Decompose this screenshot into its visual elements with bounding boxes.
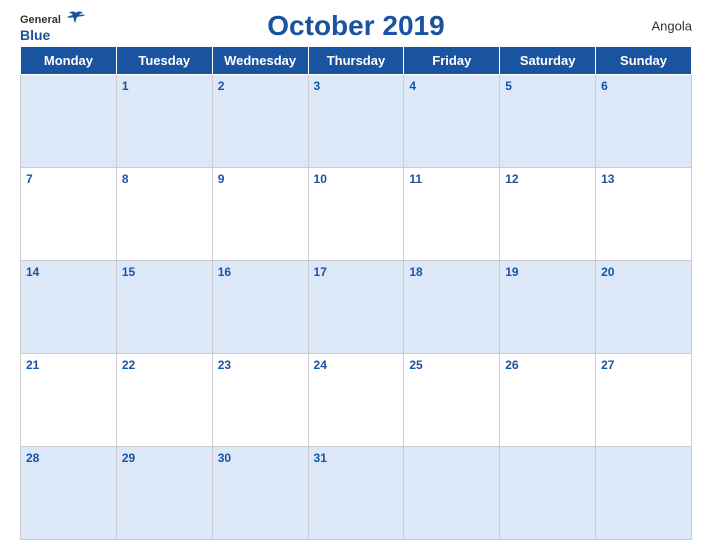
- day-number: 6: [601, 79, 608, 93]
- weekday-header-monday: Monday: [21, 47, 117, 75]
- calendar-cell: [21, 75, 117, 168]
- calendar-cell: 28: [21, 447, 117, 540]
- weekday-header-tuesday: Tuesday: [116, 47, 212, 75]
- logo-general-text: General: [20, 14, 61, 26]
- day-number: 8: [122, 172, 129, 186]
- calendar-cell: 21: [21, 354, 117, 447]
- day-number: 17: [314, 265, 327, 279]
- day-number: 4: [409, 79, 416, 93]
- weekday-header-saturday: Saturday: [500, 47, 596, 75]
- day-number: 23: [218, 358, 231, 372]
- day-number: 12: [505, 172, 518, 186]
- country-label: Angola: [652, 19, 692, 34]
- calendar-cell: 7: [21, 168, 117, 261]
- calendar-cell: 8: [116, 168, 212, 261]
- day-number: 29: [122, 451, 135, 465]
- day-number: 5: [505, 79, 512, 93]
- calendar-cell: 31: [308, 447, 404, 540]
- weekday-header-friday: Friday: [404, 47, 500, 75]
- calendar-cell: 22: [116, 354, 212, 447]
- calendar-cell: [404, 447, 500, 540]
- day-number: 28: [26, 451, 39, 465]
- weekday-header-thursday: Thursday: [308, 47, 404, 75]
- day-number: 11: [409, 172, 422, 186]
- calendar-cell: 10: [308, 168, 404, 261]
- day-number: 13: [601, 172, 614, 186]
- logo-blue-text: Blue: [20, 28, 50, 42]
- day-number: 31: [314, 451, 327, 465]
- calendar-cell: [596, 447, 692, 540]
- calendar-week-row: 7 8 9 10 11 12 13: [21, 168, 692, 261]
- calendar-cell: 9: [212, 168, 308, 261]
- calendar-cell: 5: [500, 75, 596, 168]
- logo: General Blue: [20, 10, 85, 42]
- calendar-cell: 20: [596, 261, 692, 354]
- calendar-week-row: 21 22 23 24 25 26 27: [21, 354, 692, 447]
- calendar-week-row: 14 15 16 17 18 19 20: [21, 261, 692, 354]
- calendar-cell: 13: [596, 168, 692, 261]
- calendar-cell: 30: [212, 447, 308, 540]
- day-number: 2: [218, 79, 225, 93]
- day-number: 22: [122, 358, 135, 372]
- calendar-cell: 26: [500, 354, 596, 447]
- calendar-cell: 2: [212, 75, 308, 168]
- calendar-cell: 11: [404, 168, 500, 261]
- day-number: 10: [314, 172, 327, 186]
- calendar-cell: 12: [500, 168, 596, 261]
- calendar-week-row: 1 2 3 4 5 6: [21, 75, 692, 168]
- calendar-cell: 23: [212, 354, 308, 447]
- calendar-cell: 17: [308, 261, 404, 354]
- calendar-week-row: 28 29 30 31: [21, 447, 692, 540]
- calendar-table: MondayTuesdayWednesdayThursdayFridaySatu…: [20, 46, 692, 540]
- day-number: 15: [122, 265, 135, 279]
- calendar-cell: [500, 447, 596, 540]
- day-number: 16: [218, 265, 231, 279]
- day-number: 27: [601, 358, 614, 372]
- day-number: 20: [601, 265, 614, 279]
- day-number: 25: [409, 358, 422, 372]
- calendar-cell: 1: [116, 75, 212, 168]
- calendar-cell: 6: [596, 75, 692, 168]
- calendar-title: October 2019: [267, 10, 444, 42]
- calendar-cell: 15: [116, 261, 212, 354]
- calendar-cell: 27: [596, 354, 692, 447]
- calendar-cell: 25: [404, 354, 500, 447]
- day-number: 24: [314, 358, 327, 372]
- calendar-cell: 24: [308, 354, 404, 447]
- logo-bird-icon: [67, 11, 85, 27]
- day-number: 19: [505, 265, 518, 279]
- day-number: 14: [26, 265, 39, 279]
- day-number: 7: [26, 172, 33, 186]
- weekday-header-wednesday: Wednesday: [212, 47, 308, 75]
- calendar-header: General Blue October 2019 Angola: [20, 10, 692, 42]
- day-number: 30: [218, 451, 231, 465]
- day-number: 21: [26, 358, 39, 372]
- calendar-cell: 16: [212, 261, 308, 354]
- calendar-cell: 4: [404, 75, 500, 168]
- day-number: 3: [314, 79, 321, 93]
- calendar-cell: 29: [116, 447, 212, 540]
- calendar-cell: 19: [500, 261, 596, 354]
- calendar-cell: 18: [404, 261, 500, 354]
- day-number: 18: [409, 265, 422, 279]
- weekday-header-sunday: Sunday: [596, 47, 692, 75]
- weekday-header-row: MondayTuesdayWednesdayThursdayFridaySatu…: [21, 47, 692, 75]
- calendar-cell: 14: [21, 261, 117, 354]
- calendar-cell: 3: [308, 75, 404, 168]
- day-number: 26: [505, 358, 518, 372]
- day-number: 1: [122, 79, 129, 93]
- day-number: 9: [218, 172, 225, 186]
